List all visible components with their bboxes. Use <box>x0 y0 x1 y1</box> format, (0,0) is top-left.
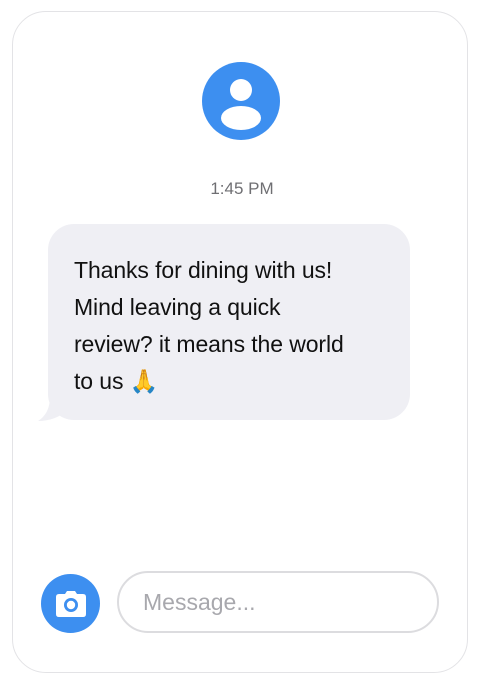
message-input[interactable] <box>117 571 439 633</box>
person-icon <box>221 79 261 130</box>
camera-icon <box>55 590 86 617</box>
message-body: Thanks for dining with us! Mind leaving … <box>74 257 344 394</box>
message-timestamp: 1:45 PM <box>210 179 274 198</box>
incoming-message-bubble[interactable]: Thanks for dining with us! Mind leaving … <box>48 224 410 420</box>
camera-button[interactable] <box>41 574 100 633</box>
message-text: Thanks for dining with us! Mind leaving … <box>74 252 392 401</box>
folded-hands-emoji: 🙏 <box>129 369 159 395</box>
contact-avatar[interactable] <box>202 62 280 140</box>
